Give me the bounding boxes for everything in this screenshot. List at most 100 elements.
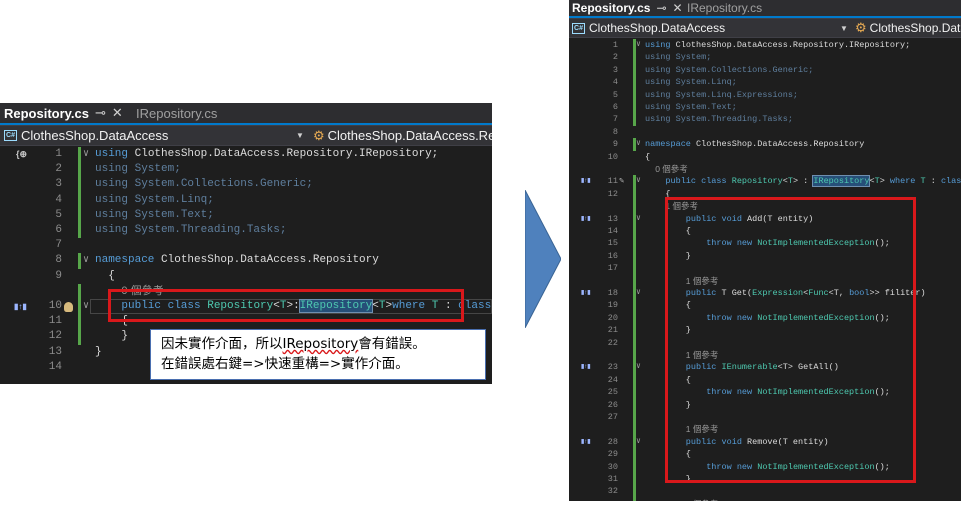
fold-chevron-icon[interactable]: ∨	[636, 213, 641, 225]
member-name: ClothesShop.DataAccess.Re	[327, 128, 492, 143]
line-number: 8	[55, 254, 62, 267]
fold-chevron-icon[interactable]: ∨	[636, 39, 641, 51]
pin-icon[interactable]: ⊸	[656, 1, 666, 15]
code-line[interactable]: 6 using System.Text;	[569, 101, 961, 113]
line-number: 16	[607, 250, 618, 261]
inheritance-glyph-icon[interactable]: ▮↑▮	[581, 213, 591, 225]
inheritance-glyph-icon[interactable]: ▮↑▮	[14, 299, 27, 314]
code-line[interactable]: 2 using System;	[0, 162, 492, 177]
project-dropdown[interactable]: C# ClothesShop.DataAccess	[4, 126, 168, 145]
line-number: 1	[55, 148, 62, 160]
code-line[interactable]: 7 using System.Threading.Tasks;	[569, 113, 961, 125]
line-number: 22	[607, 337, 618, 348]
callout-text: 會有錯誤。	[358, 336, 426, 352]
line-number: 14	[48, 360, 62, 373]
document-tab-bar: Repository.cs ⊸ ✕ IRepository.cs	[0, 103, 492, 123]
code-text: using ClothesShop.DataAccess.Repository.…	[645, 40, 911, 50]
code-text: using System.Linq.Expressions;	[645, 89, 799, 100]
code-text: using System.Linq;	[645, 77, 737, 88]
code-line[interactable]: 1 ∨ {⊕ using ClothesShop.DataAccess.Reposit…	[0, 147, 492, 162]
reference-count-link[interactable]: 0 個參考	[655, 163, 688, 175]
code-line[interactable]: 8 ∨ namespace ClothesShop.DataAccess.Repos…	[0, 253, 492, 268]
code-line[interactable]: 6 using System.Threading.Tasks;	[0, 223, 492, 238]
codelens-line[interactable]: 0 個參考	[569, 163, 961, 175]
lightbulb-icon[interactable]	[64, 302, 73, 312]
code-line[interactable]: 32	[569, 485, 961, 497]
line-number: 2	[55, 163, 62, 176]
document-tab-bar: Repository.cs ⊸ ✕ IRepository.cs	[569, 0, 961, 16]
code-line[interactable]: 5 using System.Text;	[0, 208, 492, 223]
line-number: 5	[55, 208, 62, 221]
fold-chevron-icon[interactable]: ∨	[636, 138, 641, 150]
code-line[interactable]: 9{	[0, 269, 492, 284]
callout-line-1: 因未實作介面，所以IRepository會有錯誤。	[161, 334, 475, 354]
chevron-down-icon[interactable]: ▼	[840, 19, 848, 37]
code-text: using System.Threading.Tasks;	[95, 224, 287, 236]
inheritance-glyph-icon[interactable]: ▮↑▮	[581, 361, 591, 373]
fold-chevron-icon[interactable]: ∨	[83, 147, 89, 162]
fold-chevron-icon[interactable]: ∨	[83, 253, 89, 268]
inheritance-glyph-icon[interactable]: ▮↑▮	[581, 175, 591, 187]
line-number: 24	[607, 374, 618, 385]
line-number: 13	[607, 213, 618, 224]
code-text: using System.Text;	[95, 208, 214, 221]
code-line[interactable]: 11 ∨ ▮↑▮ ✎ public class Repository<T> : IRep…	[569, 175, 961, 188]
member-dropdown[interactable]: ⚙ ClothesShop.DataA	[855, 19, 961, 37]
right-arrow-icon	[525, 190, 561, 328]
callout-error-term: IRepository	[282, 336, 359, 352]
code-line[interactable]: 4 using System.Linq;	[0, 193, 492, 208]
line-number: 7	[612, 114, 618, 125]
tab-label: Repository.cs	[4, 105, 90, 121]
fold-chevron-icon[interactable]: ∨	[636, 361, 641, 373]
fold-chevron-icon[interactable]: ∨	[83, 299, 89, 314]
line-number: 29	[607, 449, 618, 460]
close-icon[interactable]: ✕	[673, 1, 683, 15]
using-collapse-icon[interactable]: {⊕	[16, 147, 27, 162]
tab-repository-cs[interactable]: Repository.cs ⊸ ✕	[569, 0, 683, 16]
class-icon: ⚙	[313, 127, 325, 143]
chevron-down-icon[interactable]: ▼	[296, 126, 304, 145]
line-number: 32	[607, 486, 618, 497]
fold-chevron-icon[interactable]: ∨	[636, 287, 641, 299]
tab-irepository-cs[interactable]: IRepository.cs	[687, 0, 787, 16]
code-line[interactable]: 9 ∨ namespace ClothesShop.DataAccess.Repos…	[569, 138, 961, 150]
member-name: ClothesShop.DataA	[869, 21, 961, 35]
code-line[interactable]: 2 using System;	[569, 51, 961, 63]
line-number: 31	[607, 474, 618, 484]
code-text: }	[121, 330, 128, 343]
line-number: 21	[607, 325, 618, 336]
pin-icon[interactable]: ⊸	[95, 105, 106, 121]
callout-text: 因未實作介面，所以	[161, 336, 283, 352]
close-icon[interactable]: ✕	[112, 105, 123, 121]
line-number: 27	[607, 412, 618, 422]
code-line[interactable]: 4 using System.Linq;	[569, 76, 961, 88]
line-number: 4	[55, 193, 62, 206]
project-dropdown[interactable]: C# ClothesShop.DataAccess	[572, 19, 725, 37]
member-dropdown[interactable]: ⚙ ClothesShop.DataAccess.Re	[313, 126, 492, 145]
tab-label: Repository.cs	[572, 1, 651, 15]
line-number: 4	[612, 77, 618, 88]
inheritance-glyph-icon[interactable]: ▮↑▮	[581, 436, 591, 448]
code-line[interactable]: 3 using System.Collections.Generic;	[569, 64, 961, 76]
codelens-line[interactable]: 1 個參考	[569, 498, 961, 501]
code-line[interactable]: 5 using System.Linq.Expressions;	[569, 89, 961, 101]
code-line[interactable]: 10 {	[569, 151, 961, 163]
code-text: using System.Collections.Generic;	[95, 178, 313, 191]
edit-pen-icon[interactable]: ✎	[619, 175, 624, 187]
line-number: 11	[607, 176, 618, 187]
reference-count-link[interactable]: 1 個參考	[686, 498, 719, 501]
code-line[interactable]: 1 ∨ using ClothesShop.DataAccess.Repositor…	[569, 39, 961, 51]
fold-chevron-icon[interactable]: ∨	[636, 436, 641, 448]
line-number: 26	[607, 399, 618, 410]
code-line[interactable]: 3 using System.Collections.Generic;	[0, 177, 492, 192]
code-line[interactable]: 8	[569, 126, 961, 138]
code-line[interactable]: 7	[0, 238, 492, 253]
tab-irepository-cs[interactable]: IRepository.cs	[136, 103, 246, 123]
code-text: using System.Text;	[645, 102, 737, 112]
fold-chevron-icon[interactable]: ∨	[636, 175, 641, 187]
tab-repository-cs[interactable]: Repository.cs ⊸ ✕	[0, 103, 130, 123]
line-number: 20	[607, 312, 618, 323]
line-number: 25	[607, 387, 618, 398]
code-text: namespace ClothesShop.DataAccess.Reposit…	[95, 254, 379, 267]
inheritance-glyph-icon[interactable]: ▮↑▮	[581, 287, 591, 299]
